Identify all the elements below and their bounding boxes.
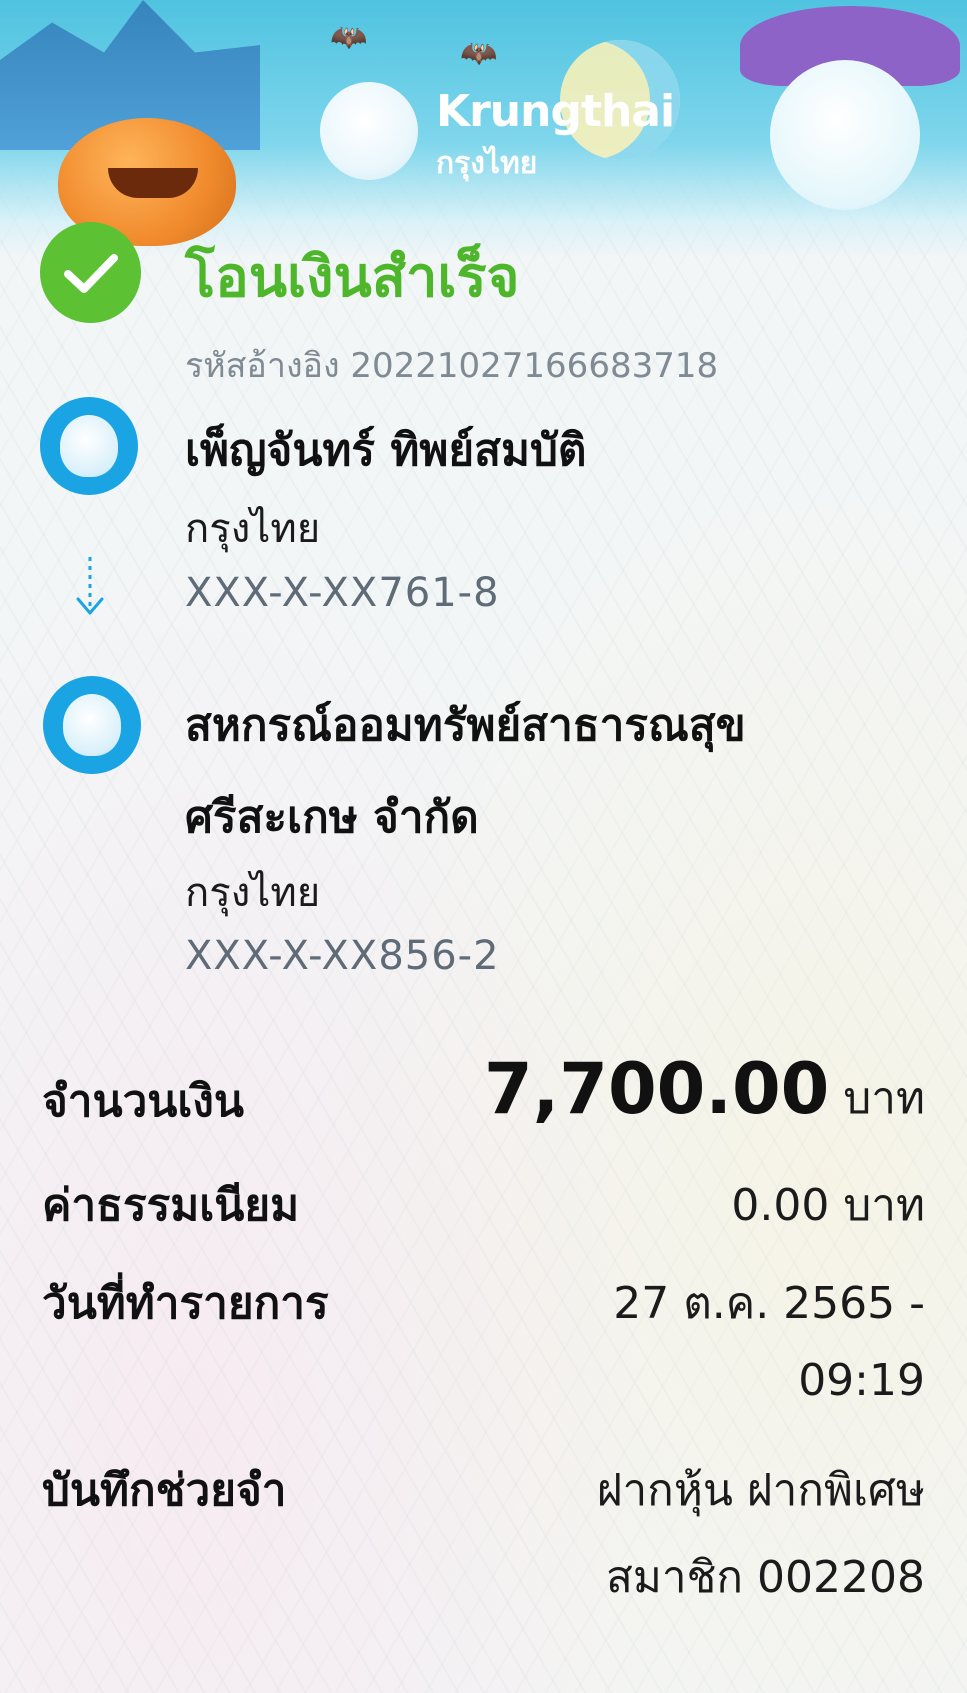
krungthai-bird-icon — [60, 415, 118, 477]
memo-label: บันทึกช่วยจำ — [42, 1465, 287, 1516]
sender-name: เพ็ญจันทร์ ทิพย์สมบัติ — [185, 425, 587, 476]
amount-unit: บาท — [843, 1073, 925, 1124]
receiver-name-line2: ศรีสะเกษ จำกัด — [185, 792, 479, 843]
date-label: วันที่ทำรายการ — [42, 1278, 329, 1329]
receiver-bank: กรุงไทย — [185, 870, 321, 916]
bat-icon: 🦇 — [460, 36, 498, 71]
date-value-line2: 09:19 — [798, 1355, 925, 1406]
memo-value-line2: สมาชิก 002208 — [605, 1552, 925, 1603]
receiver-name-line1: สหกรณ์ออมทรัพย์สาธารณสุข — [185, 700, 746, 751]
fee-value: 0.00 บาท — [731, 1180, 925, 1231]
krungthai-bird-icon — [320, 82, 418, 180]
sender-bank-icon — [40, 397, 138, 495]
mascot-illustration — [770, 60, 920, 210]
logo-text-th: กรุงไทย — [436, 146, 538, 181]
amount-value: 7,700.00 — [483, 1048, 830, 1130]
receiver-bank-icon — [43, 676, 141, 774]
reference-number: รหัสอ้างอิง 2022102716668371​8 — [185, 346, 719, 386]
success-title: โอนเงินสำเร็จ — [185, 245, 520, 310]
date-value-line1: 27 ต.ค. 2565 - — [613, 1278, 925, 1329]
check-circle-icon — [40, 222, 141, 323]
krungthai-bird-icon — [63, 694, 121, 756]
sender-account: XXX-X-XX761-8 — [185, 570, 500, 616]
logo-text-en: Krungthai — [436, 86, 675, 137]
sender-bank: กรุงไทย — [185, 506, 321, 552]
halloween-banner: 🦇 🦇 Krungthai กรุงไทย — [0, 0, 967, 260]
krungthai-logo: Krungthai กรุงไทย — [320, 82, 675, 182]
success-heading: โอนเงินสำเร็จ — [40, 222, 940, 323]
memo-value-line1: ฝากหุ้น ฝากพิเศษ — [596, 1465, 925, 1516]
receiver-account: XXX-X-XX856-2 — [185, 933, 500, 979]
fee-label: ค่าธรรมเนียม — [42, 1180, 300, 1231]
amount-label: จำนวนเงิน — [42, 1076, 244, 1127]
amount-value-row: 7,700.00 บาท — [484, 1048, 925, 1133]
bat-icon: 🦇 — [330, 20, 368, 55]
transfer-arrow-down-icon — [76, 557, 104, 615]
